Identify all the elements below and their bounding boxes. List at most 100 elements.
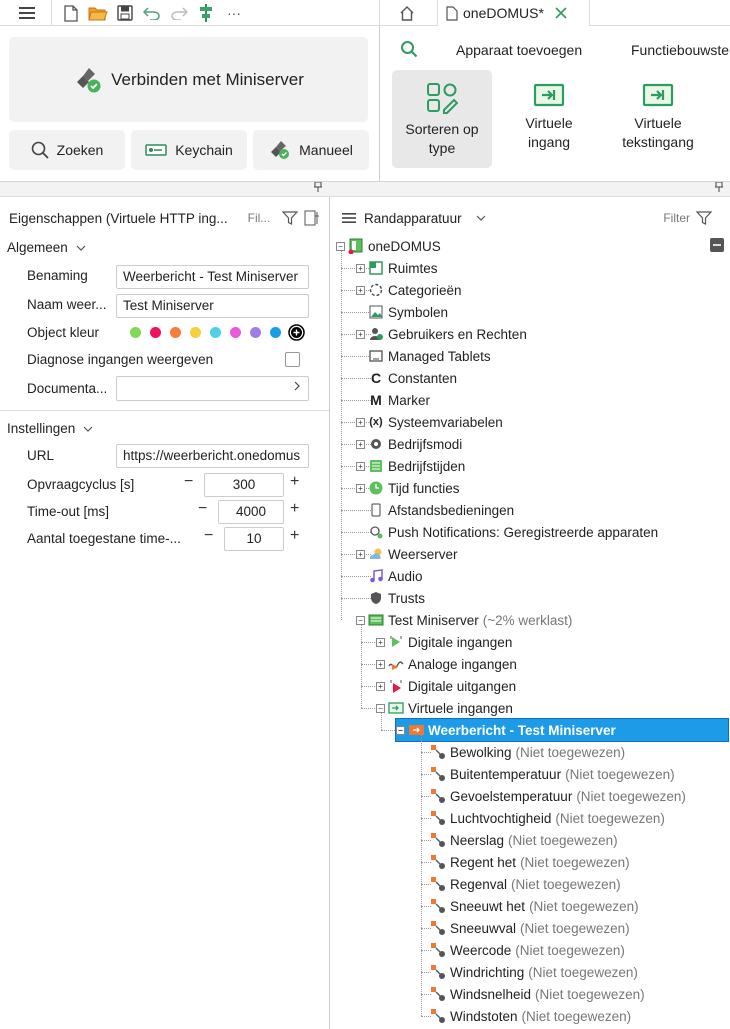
filter-icon[interactable] <box>696 211 712 225</box>
save-icon[interactable] <box>115 3 135 23</box>
new-file-icon[interactable] <box>61 3 81 23</box>
tree-root[interactable]: − oneDOMUS <box>336 235 441 257</box>
collapse-icon[interactable]: − <box>376 703 385 713</box>
tree-item[interactable]: Afstandsbedieningen <box>356 499 514 521</box>
expand-icon[interactable]: + <box>376 659 385 669</box>
tree-item[interactable]: + Digitale ingangen <box>376 631 512 653</box>
expand-icon[interactable]: + <box>356 439 365 449</box>
tree-item-miniserver[interactable]: − Test Miniserver (~2% werklast) <box>356 609 572 631</box>
tree-leaf[interactable]: Regenval (Niet toegewezen) <box>430 873 621 895</box>
shown-name-field[interactable]: Test Miniserver <box>116 294 309 318</box>
increment-button[interactable]: + <box>290 500 299 518</box>
tree-item[interactable]: Push Notifications: Geregistreerde appar… <box>356 521 658 543</box>
filter-label[interactable]: Filter <box>663 211 690 225</box>
color-swatch[interactable] <box>230 327 241 338</box>
color-swatch[interactable] <box>250 327 261 338</box>
tree-item[interactable]: Audio <box>356 565 423 587</box>
connect-miniserver-button[interactable]: Verbinden met Miniserver <box>9 37 368 122</box>
close-icon[interactable] <box>555 7 567 19</box>
color-swatch[interactable] <box>170 327 181 338</box>
search-ribbon-icon[interactable] <box>400 40 418 58</box>
expand-icon[interactable]: + <box>356 417 365 427</box>
collapse-icon[interactable]: − <box>356 615 365 625</box>
open-folder-icon[interactable] <box>88 3 108 23</box>
retries-field[interactable]: 10 <box>224 527 284 551</box>
collapse-icon[interactable]: − <box>336 241 345 251</box>
tree-item-selected[interactable]: − Weerbericht - Test Miniserver <box>395 718 729 742</box>
poll-cycle-field[interactable]: 300 <box>204 473 284 497</box>
manual-button[interactable]: Manueel <box>253 130 369 170</box>
tree-item[interactable]: + Analoge ingangen <box>376 653 517 675</box>
expand-panel-icon[interactable] <box>304 210 320 226</box>
expand-icon[interactable]: + <box>356 461 365 471</box>
decrement-button[interactable]: − <box>184 473 193 491</box>
increment-button[interactable]: + <box>290 473 299 491</box>
color-swatch[interactable] <box>130 327 141 338</box>
expand-icon[interactable]: + <box>376 637 385 647</box>
filter-icon[interactable] <box>282 211 299 225</box>
expand-icon[interactable]: + <box>376 681 385 691</box>
align-icon[interactable] <box>196 3 216 23</box>
expand-icon[interactable]: + <box>356 285 365 295</box>
expand-icon[interactable]: + <box>356 263 365 273</box>
color-swatch[interactable] <box>270 327 281 338</box>
diagnose-checkbox[interactable] <box>285 352 300 367</box>
menu-icon[interactable] <box>17 3 37 23</box>
tree-leaf[interactable]: Windstoten (Niet toegewezen) <box>430 1005 631 1027</box>
tree-leaf[interactable]: Buitentemperatuur (Niet toegewezen) <box>430 763 675 785</box>
virtual-text-input-button[interactable]: Virtuele tekstingang <box>608 70 708 168</box>
chevron-down-icon[interactable] <box>476 215 486 221</box>
decrement-button[interactable]: − <box>204 527 213 545</box>
function-blocks-button[interactable]: Functiebouwster <box>631 42 730 58</box>
tab-onedomus[interactable]: oneDOMUS* <box>437 0 590 26</box>
tree-item[interactable]: − Virtuele ingangen <box>376 697 513 719</box>
tree-item[interactable]: Trusts <box>356 587 425 609</box>
expand-icon[interactable]: + <box>356 549 365 559</box>
section-general[interactable]: Algemeen <box>7 240 86 255</box>
pin-icon[interactable] <box>314 182 322 196</box>
tree-leaf[interactable]: Luchtvochtigheid (Niet toegewezen) <box>430 807 665 829</box>
add-device-button[interactable]: Apparaat toevoegen <box>456 42 582 58</box>
search-button[interactable]: Zoeken <box>9 130 125 170</box>
decrement-button[interactable]: − <box>198 500 207 518</box>
tree-item[interactable]: + Tijd functies <box>356 477 460 499</box>
tree-item[interactable]: C Constanten <box>356 367 457 389</box>
sort-by-type-button[interactable]: Sorteren op type <box>392 70 492 168</box>
tree-leaf[interactable]: Weercode (Niet toegewezen) <box>430 939 625 961</box>
tree-leaf[interactable]: Windrichting (Niet toegewezen) <box>430 961 638 983</box>
tree-item[interactable]: + Categorieën <box>356 279 462 301</box>
add-color-icon[interactable] <box>288 324 305 341</box>
tree-item[interactable]: + Bedrijfsmodi <box>356 433 462 455</box>
tree-leaf[interactable]: Windsnelheid (Niet toegewezen) <box>430 983 645 1005</box>
tree-item[interactable]: + (x) Systeemvariabelen <box>356 411 503 433</box>
collapse-all-icon[interactable] <box>710 238 724 252</box>
tree-leaf[interactable]: Sneeuwt het (Niet toegewezen) <box>430 895 639 917</box>
tree-item[interactable]: Managed Tablets <box>356 345 491 367</box>
tree-item[interactable]: M Marker <box>356 389 430 411</box>
tree-item[interactable]: + Bedrijfstijden <box>356 455 465 477</box>
pin-icon[interactable] <box>715 182 723 196</box>
redo-icon[interactable] <box>169 3 189 23</box>
tree-item[interactable]: + Gebruikers en Rechten <box>356 323 527 345</box>
tree-item[interactable]: + Weerserver <box>356 543 458 565</box>
url-field[interactable]: https://weerbericht.onedomus <box>116 444 309 468</box>
collapse-icon[interactable]: − <box>396 725 405 735</box>
expand-icon[interactable]: + <box>356 483 365 493</box>
color-swatch[interactable] <box>190 327 201 338</box>
color-swatch[interactable] <box>150 327 161 338</box>
tree-leaf[interactable]: Gevoelstemperatuur (Niet toegewezen) <box>430 785 686 807</box>
tree-leaf[interactable]: Regent het (Niet toegewezen) <box>430 851 630 873</box>
timeout-field[interactable]: 4000 <box>218 500 284 524</box>
tree-item[interactable]: + Digitale uitgangen <box>376 675 516 697</box>
home-icon[interactable] <box>397 3 417 23</box>
section-settings[interactable]: Instellingen <box>7 421 93 436</box>
documentation-field[interactable] <box>116 376 309 401</box>
list-icon[interactable] <box>342 212 356 224</box>
filter-label[interactable]: Fil... <box>248 211 271 225</box>
tree-item[interactable]: Symbolen <box>356 301 448 323</box>
expand-icon[interactable]: + <box>356 329 365 339</box>
increment-button[interactable]: + <box>290 527 299 545</box>
undo-icon[interactable] <box>142 3 162 23</box>
name-field[interactable]: Weerbericht - Test Miniserver <box>116 265 309 289</box>
tree-leaf[interactable]: Sneeuwval (Niet toegewezen) <box>430 917 630 939</box>
